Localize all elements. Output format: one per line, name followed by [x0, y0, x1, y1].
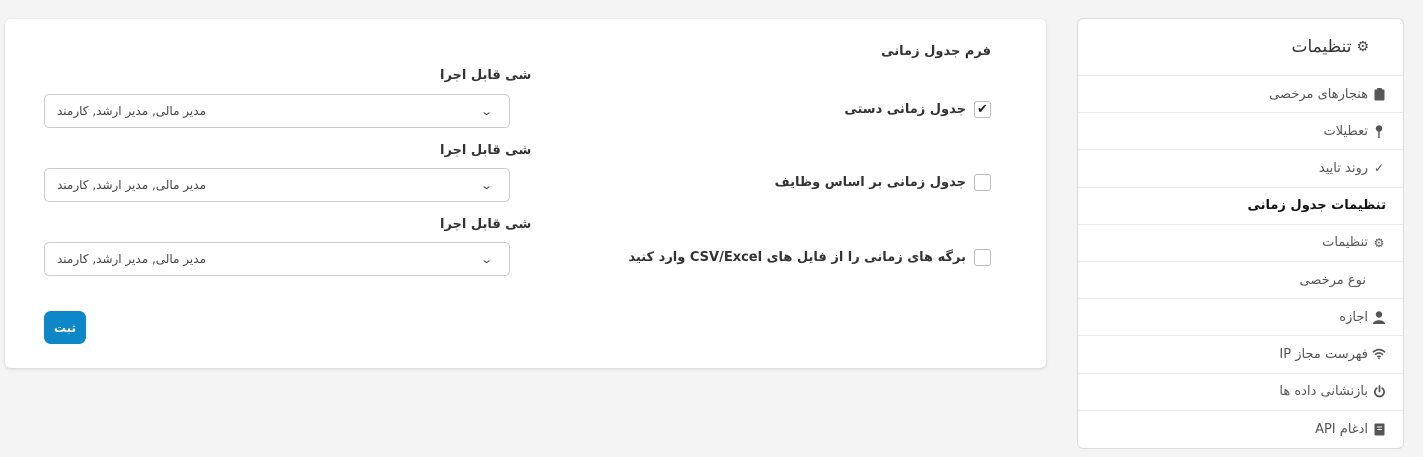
- manual-timesheet-checkbox[interactable]: ✔: [974, 101, 991, 118]
- sidebar-item-label: اجازه: [1339, 309, 1368, 325]
- task-based-timesheet-option[interactable]: جدول زمانی بر اساس وظایف: [775, 174, 991, 191]
- import-timesheets-label: برگه های زمانی را از فایل های CSV/Excel …: [628, 250, 966, 265]
- select-value-1: مدیر مالی, مدیر ارشد, کارمند: [57, 104, 206, 118]
- select-value-2: مدیر مالی, مدیر ارشد, کارمند: [57, 178, 206, 192]
- sidebar-item-reset-data[interactable]: بازنشانی داده ها: [1078, 374, 1403, 411]
- applicable-object-label-3: شی قابل اجرا: [440, 217, 532, 232]
- sidebar-item-leave-norms[interactable]: هنجارهای مرخصی: [1078, 76, 1403, 114]
- sidebar-item-label: فهرست مجاز IP: [1279, 346, 1368, 362]
- sidebar-item-label: تنظیمات جدول زمانی: [1247, 198, 1386, 214]
- sidebar-item-label: نوع مرخصی: [1299, 272, 1366, 288]
- sidebar-item-permission[interactable]: اجازه: [1078, 299, 1403, 337]
- import-timesheets-option[interactable]: برگه های زمانی را از فایل های CSV/Excel …: [628, 249, 991, 266]
- applicable-object-select-1[interactable]: مدیر مالی, مدیر ارشد, کارمند ⌄: [44, 94, 510, 128]
- clipboard-icon: [1372, 87, 1386, 101]
- sidebar-item-api-integration[interactable]: ادغام API: [1078, 411, 1403, 448]
- manual-timesheet-option[interactable]: ✔ جدول زمانی دستی: [844, 101, 991, 118]
- pin-icon: [1372, 125, 1386, 138]
- sidebar-item-settings[interactable]: ⚙ تنظیمات: [1078, 225, 1403, 262]
- settings-sidebar: ⚙ تنظیمات هنجارهای مرخصی تعطیلات ✓ روند …: [1077, 18, 1404, 449]
- gear-icon: ⚙: [1373, 235, 1385, 250]
- sidebar-title: تنظیمات: [1291, 37, 1352, 57]
- applicable-object-label-2: شی قابل اجرا: [440, 143, 532, 158]
- timesheet-form-card: فرم جدول زمانی شی قابل اجرا ✔ جدول زمانی…: [5, 19, 1046, 368]
- sidebar-item-label: بازنشانی داده ها: [1279, 384, 1368, 400]
- sidebar-item-label: تعطیلات: [1323, 123, 1368, 139]
- import-timesheets-checkbox[interactable]: [974, 249, 991, 266]
- book-icon: [1372, 423, 1386, 436]
- manual-timesheet-label: جدول زمانی دستی: [844, 102, 966, 117]
- sidebar-item-label: ادغام API: [1315, 421, 1368, 437]
- chevron-down-icon: ⌄: [479, 104, 493, 118]
- task-based-timesheet-label: جدول زمانی بر اساس وظایف: [774, 175, 966, 190]
- sidebar-item-ip-whitelist[interactable]: فهرست مجاز IP: [1078, 336, 1403, 374]
- sidebar-item-label: تنظیمات: [1322, 235, 1368, 251]
- power-icon: [1372, 385, 1386, 398]
- sidebar-item-approval-process[interactable]: ✓ روند تایید: [1078, 150, 1403, 188]
- form-title: فرم جدول زمانی: [881, 44, 991, 59]
- sidebar-item-holidays[interactable]: تعطیلات: [1078, 113, 1403, 151]
- sidebar-item-leave-type[interactable]: نوع مرخصی: [1078, 262, 1403, 300]
- chevron-down-icon: ⌄: [479, 178, 493, 192]
- select-value-3: مدیر مالی, مدیر ارشد, کارمند: [57, 252, 206, 266]
- check-icon: ✓: [1373, 161, 1385, 176]
- sidebar-header: ⚙ تنظیمات: [1078, 19, 1403, 76]
- user-icon: [1372, 311, 1386, 324]
- check-icon: ✔: [977, 102, 988, 117]
- sidebar-item-label: روند تایید: [1318, 160, 1368, 176]
- gears-icon: ⚙: [1356, 39, 1369, 55]
- task-based-timesheet-checkbox[interactable]: [974, 174, 991, 191]
- applicable-object-label-1: شی قابل اجرا: [440, 68, 532, 83]
- applicable-object-select-2[interactable]: مدیر مالی, مدیر ارشد, کارمند ⌄: [44, 168, 510, 202]
- chevron-down-icon: ⌄: [479, 252, 493, 266]
- applicable-object-select-3[interactable]: مدیر مالی, مدیر ارشد, کارمند ⌄: [44, 242, 510, 276]
- submit-button[interactable]: ثبت: [44, 311, 86, 344]
- wifi-icon: [1372, 348, 1386, 360]
- sidebar-item-timesheet-settings[interactable]: تنظیمات جدول زمانی: [1078, 188, 1403, 225]
- sidebar-item-label: هنجارهای مرخصی: [1269, 86, 1368, 102]
